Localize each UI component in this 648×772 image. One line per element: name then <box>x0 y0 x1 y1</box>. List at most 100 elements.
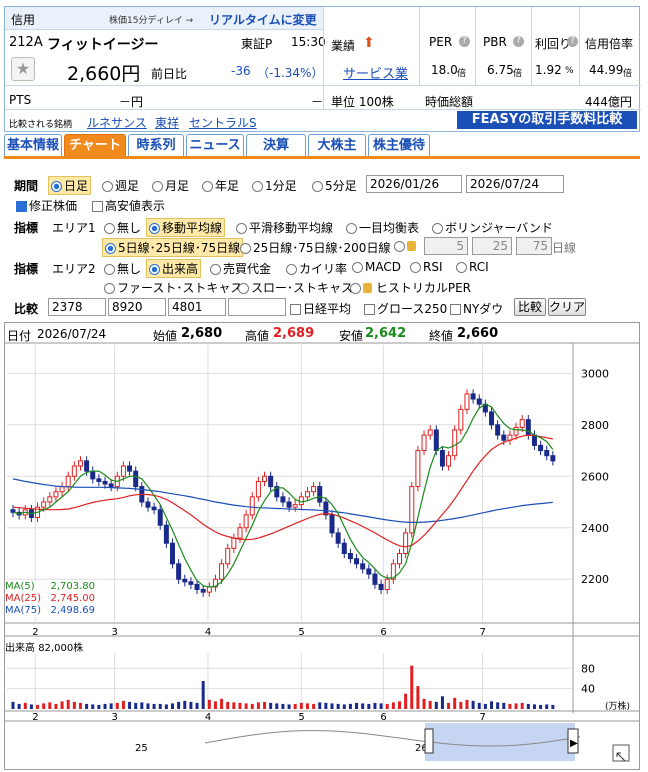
area2-fast-stoch[interactable]: ファースト･ストキャス <box>104 279 242 296</box>
tab-basic-info[interactable]: 基本情報 <box>4 134 62 156</box>
area2-hist-per[interactable]: ヒストリカルPER <box>350 279 471 296</box>
area2-volume[interactable]: 出来高 <box>146 259 202 278</box>
compare-link-1[interactable]: ルネサンス <box>87 114 147 131</box>
tab-shareholders[interactable]: 大株主 <box>308 134 366 156</box>
area1-ichimoku[interactable]: 一目均衡表 <box>346 219 419 236</box>
compare-code-4[interactable] <box>228 298 286 316</box>
volume-bar <box>514 703 518 709</box>
volume-bar <box>213 701 217 709</box>
compare-link-3[interactable]: セントラルS <box>189 114 257 131</box>
volume-bar <box>171 703 175 709</box>
volume-bar <box>134 702 138 709</box>
candle-body <box>102 480 108 485</box>
compare-nydow[interactable]: NYダウ <box>450 300 503 317</box>
tab-news[interactable]: ニュース <box>186 134 244 156</box>
ma-custom-2[interactable]: 25 <box>472 237 512 255</box>
candle-body <box>59 486 65 493</box>
candle-body <box>151 506 157 511</box>
candle-body <box>200 589 206 593</box>
period-weekly[interactable]: 週足 <box>102 177 139 194</box>
area2-slow-stoch[interactable]: スロー･ストキャス <box>238 279 353 296</box>
area2-turnover[interactable]: 売買代金 <box>210 260 271 277</box>
realtime-link[interactable]: リアルタイムに変更 <box>209 11 317 28</box>
compare-code-2[interactable]: 8920 <box>108 298 166 316</box>
candle-body <box>538 444 544 452</box>
volume-bar <box>238 702 242 709</box>
fee-compare-banner[interactable]: FEASYの取引手数料比較 <box>457 111 637 129</box>
close-value: 2,660 <box>457 326 499 341</box>
date-from-input[interactable]: 2026/01/26 <box>366 175 462 193</box>
volume-bar <box>220 698 224 709</box>
arrow-up-icon: ⬆ <box>363 35 375 51</box>
help-icon[interactable]: ? <box>513 36 524 47</box>
adjusted-price-check[interactable]: 修正株価 <box>16 197 77 214</box>
volume-bar <box>256 702 260 709</box>
compare-code-3[interactable]: 4801 <box>168 298 226 316</box>
open-value: 2,680 <box>181 326 223 341</box>
area2-none[interactable]: 無し <box>104 260 141 277</box>
date-to-input[interactable]: 2026/07/24 <box>466 175 564 193</box>
ma-set-5-25-75[interactable]: 5日線･25日線･75日線 <box>102 238 244 257</box>
help-icon[interactable]: ? <box>567 36 578 47</box>
candle-body <box>495 424 501 436</box>
candle-body <box>170 542 176 565</box>
price-chart[interactable]: 2200 2400 2600 2800 3000 2 2 3 3 4 4 5 5 6 6 7 7 40 80 25… <box>5 323 639 769</box>
period-5min[interactable]: 5分足 <box>312 177 357 194</box>
ma-custom-3[interactable]: 75 <box>516 237 552 255</box>
x-tick-label: 2 <box>32 712 38 723</box>
area1-none[interactable]: 無し <box>104 219 141 236</box>
volume-bar <box>305 703 309 709</box>
compare-label-2: 比較 <box>14 302 39 316</box>
tab-benefits[interactable]: 株主優待 <box>368 134 430 156</box>
favorite-star-icon[interactable]: ★ <box>11 57 35 81</box>
compare-growth250[interactable]: グロース250 <box>364 300 447 317</box>
volume-bar <box>520 702 524 709</box>
period-daily[interactable]: 日足 <box>48 176 92 195</box>
credit-label: 信用 <box>11 13 36 27</box>
hilo-check[interactable]: 高安値表示 <box>92 197 165 214</box>
candle-body <box>268 475 274 488</box>
ma-set-25-75-200[interactable]: 25日線･75日線･200日線 <box>240 239 390 256</box>
area1-smooth-ma[interactable]: 平滑移動平均線 <box>236 219 333 236</box>
y-tick-label: 2800 <box>581 419 609 432</box>
pbr-label: PBR <box>483 35 507 49</box>
volume-bar <box>66 699 70 709</box>
period-monthly[interactable]: 月足 <box>152 177 189 194</box>
area2-macd[interactable]: MACD <box>352 260 401 274</box>
period-1min[interactable]: 1分足 <box>252 177 297 194</box>
ma-custom-1[interactable]: 5 <box>424 237 468 255</box>
compare-button[interactable]: 比較 <box>514 298 546 316</box>
help-icon[interactable]: ? <box>459 36 470 47</box>
volume-bar <box>532 704 536 709</box>
volume-bar <box>11 701 15 709</box>
area2-rsi[interactable]: RSI <box>410 260 443 274</box>
ma5-value: 2,703.80 <box>50 581 95 592</box>
compare-code-1[interactable]: 2378 <box>48 298 106 316</box>
tab-timeseries[interactable]: 時系列 <box>128 134 184 156</box>
area2-deviation[interactable]: カイリ率 <box>286 260 347 277</box>
area2-rci[interactable]: RCI <box>456 260 489 274</box>
candle-body <box>96 478 102 482</box>
tab-chart[interactable]: チャート <box>64 134 126 156</box>
y-tick-label: 2400 <box>581 522 609 535</box>
candle-body <box>403 532 409 555</box>
candle-body <box>489 411 495 426</box>
area1-ma[interactable]: 移動平均線 <box>146 218 226 237</box>
compare-link-2[interactable]: 東祥 <box>155 114 179 131</box>
volume-bar <box>244 703 248 709</box>
candle-body <box>347 553 353 560</box>
area1-bollinger[interactable]: ボリンジャーバンド <box>432 219 553 236</box>
volume-bar <box>539 704 543 709</box>
credit-ratio-value: 44.99 <box>589 63 624 77</box>
compare-nikkei[interactable]: 日経平均 <box>290 300 351 317</box>
area2-label: エリア2 <box>52 262 96 276</box>
candle-body <box>120 465 126 477</box>
x-tick-label: 7 <box>479 712 485 723</box>
candle-body <box>433 429 439 452</box>
sector-link[interactable]: サービス業 <box>343 63 408 82</box>
period-yearly[interactable]: 年足 <box>202 177 239 194</box>
clear-button[interactable]: クリア <box>548 298 586 316</box>
ma-custom-radio[interactable] <box>394 239 416 253</box>
volume-bar <box>201 681 205 709</box>
tab-earnings[interactable]: 決算 <box>246 134 306 156</box>
